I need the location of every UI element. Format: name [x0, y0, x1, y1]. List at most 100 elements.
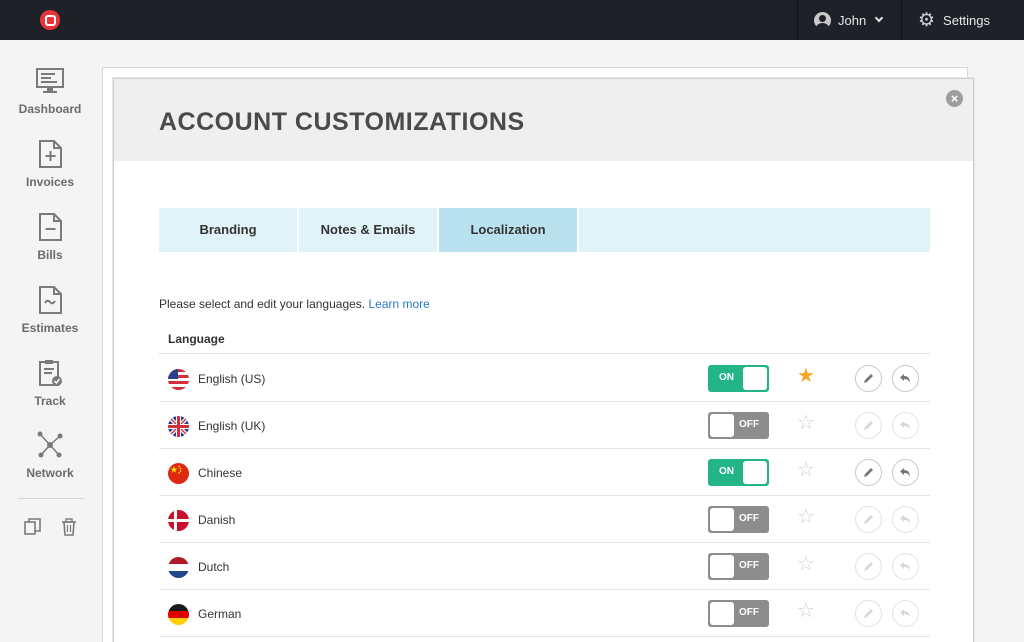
user-avatar-icon	[814, 11, 831, 29]
monitor-icon	[36, 68, 64, 93]
undo-icon	[900, 468, 910, 477]
toggle-label: OFF	[739, 560, 759, 571]
sidebar-item-dashboard[interactable]: Dashboard	[0, 66, 100, 128]
star-outline-icon[interactable]: ☆	[797, 413, 815, 433]
brand-logo[interactable]	[40, 10, 60, 30]
pencil-icon	[864, 421, 873, 430]
revert-button[interactable]	[892, 412, 919, 439]
star-outline-icon[interactable]: ☆	[797, 460, 815, 480]
sidebar-divider	[18, 498, 84, 499]
settings-label: Settings	[943, 12, 991, 28]
edit-button[interactable]	[855, 412, 882, 439]
estimate-icon	[39, 286, 62, 314]
sidebar-item-invoices[interactable]: Invoices	[0, 139, 100, 201]
trash-icon	[62, 518, 76, 536]
edit-button[interactable]	[855, 506, 882, 533]
star-outline-icon[interactable]: ☆	[797, 601, 815, 621]
copy-icon	[24, 518, 41, 535]
edit-button[interactable]	[855, 600, 882, 627]
language-toggle[interactable]: OFF	[708, 412, 769, 439]
language-toggle[interactable]: OFF	[708, 553, 769, 580]
revert-button[interactable]	[892, 365, 919, 392]
star-icon[interactable]: ★	[797, 366, 815, 386]
sidebar-item-network[interactable]: Network	[0, 430, 100, 492]
revert-button[interactable]	[892, 459, 919, 486]
star-outline-icon[interactable]: ☆	[797, 554, 815, 574]
gear-icon: ⚙	[918, 9, 936, 31]
toggle-knob	[743, 461, 767, 484]
edit-button[interactable]	[855, 553, 882, 580]
toggle-knob	[743, 367, 767, 390]
invoice-add-icon	[39, 140, 62, 168]
tab-notes-emails[interactable]: Notes & Emails	[299, 208, 439, 252]
sidebar-item-label: Estimates	[21, 321, 79, 335]
language-toggle[interactable]: ON	[708, 459, 769, 486]
netherlands-flag-icon	[168, 557, 189, 578]
germany-flag-icon	[168, 604, 189, 625]
language-row: English (US) ON ★	[159, 355, 930, 402]
language-row: Dutch OFF ☆	[159, 543, 930, 590]
sidebar-item-estimates[interactable]: Estimates	[0, 285, 100, 347]
account-customizations-modal: ACCOUNT CUSTOMIZATIONS × Branding Notes …	[113, 78, 974, 642]
tab-branding[interactable]: Branding	[159, 208, 299, 252]
undo-icon	[900, 609, 910, 618]
tab-localization[interactable]: Localization	[439, 208, 579, 252]
edit-button[interactable]	[855, 459, 882, 486]
top-bar: John ⚙ Settings	[0, 0, 1024, 40]
china-flag-icon	[168, 463, 189, 484]
language-row: German OFF ☆	[159, 590, 930, 637]
pencil-icon	[864, 562, 873, 571]
learn-more-link[interactable]: Learn more	[368, 297, 429, 311]
pencil-icon	[864, 468, 873, 477]
user-menu-button[interactable]: John	[798, 0, 901, 40]
intro-message: Please select and edit your languages.	[159, 297, 366, 311]
language-row: English (UK) OFF ☆	[159, 402, 930, 449]
language-toggle[interactable]: OFF	[708, 506, 769, 533]
revert-button[interactable]	[892, 553, 919, 580]
pencil-icon	[864, 374, 873, 383]
sidebar-item-label: Bills	[37, 248, 63, 262]
bill-icon	[39, 213, 62, 241]
undo-icon	[900, 421, 910, 430]
toggle-label: ON	[719, 372, 734, 383]
network-icon	[37, 431, 63, 458]
language-toggle[interactable]: OFF	[708, 600, 769, 627]
undo-icon	[900, 374, 910, 383]
language-name: Danish	[198, 513, 236, 527]
chevron-down-icon	[874, 13, 884, 23]
clipboard-check-icon	[39, 360, 62, 386]
sidebar-item-label: Track	[34, 394, 66, 408]
toggle-knob	[710, 414, 734, 437]
language-name: German	[198, 607, 242, 621]
language-name: English (US)	[198, 372, 266, 386]
undo-icon	[900, 562, 910, 571]
toggle-label: OFF	[739, 607, 759, 618]
sidebar-item-label: Invoices	[25, 175, 75, 189]
toggle-label: OFF	[739, 513, 759, 524]
close-icon[interactable]: ×	[946, 90, 963, 107]
uk-flag-icon	[168, 416, 189, 437]
modal-title: ACCOUNT CUSTOMIZATIONS	[159, 108, 525, 136]
sidebar-item-track[interactable]: Track	[0, 358, 100, 420]
column-header-language: Language	[168, 332, 225, 346]
revert-button[interactable]	[892, 600, 919, 627]
tab-bar-filler	[579, 208, 930, 252]
language-row: Chinese ON ☆	[159, 449, 930, 496]
toggle-label: ON	[719, 466, 734, 477]
sidebar-item-label: Network	[26, 466, 74, 480]
language-column-header: Language	[159, 325, 930, 354]
star-outline-icon[interactable]: ☆	[797, 507, 815, 527]
language-toggle[interactable]: ON	[708, 365, 769, 392]
language-name: Dutch	[198, 560, 230, 574]
sidebar: Dashboard Invoices Bills Estimates Track…	[0, 40, 100, 642]
toggle-knob	[710, 602, 734, 625]
revert-button[interactable]	[892, 506, 919, 533]
trash-button[interactable]	[60, 518, 78, 536]
intro-text: Please select and edit your languages. L…	[159, 297, 430, 311]
sidebar-item-bills[interactable]: Bills	[0, 212, 100, 274]
toggle-label: OFF	[739, 419, 759, 430]
language-name: English (UK)	[198, 419, 266, 433]
settings-button[interactable]: ⚙ Settings	[902, 0, 1024, 40]
copy-button[interactable]	[24, 518, 42, 536]
edit-button[interactable]	[855, 365, 882, 392]
